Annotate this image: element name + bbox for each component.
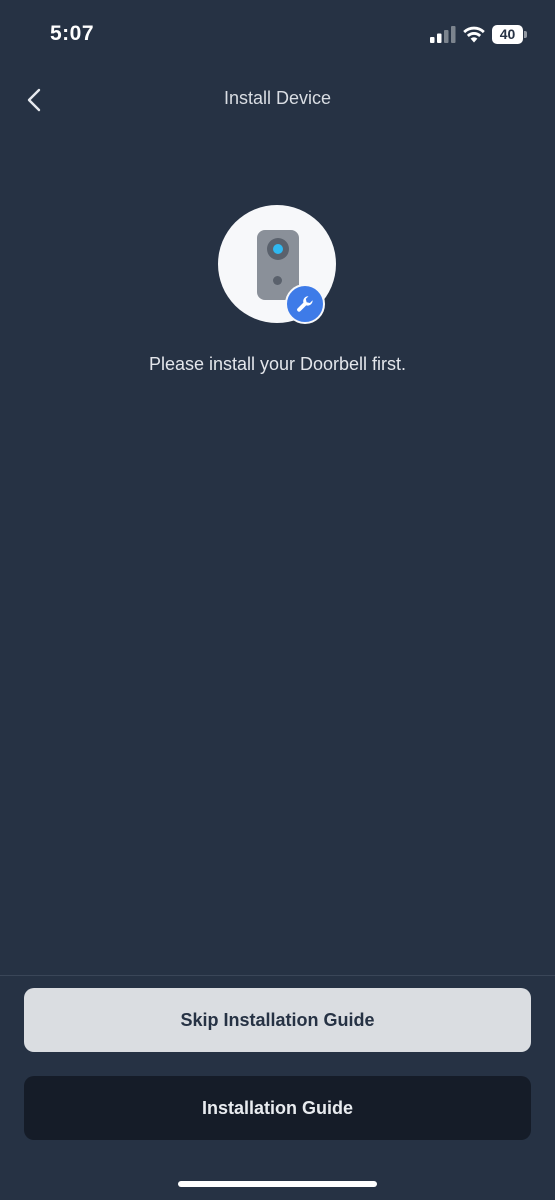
home-indicator[interactable] xyxy=(178,1181,377,1187)
nav-bar: Install Device xyxy=(0,75,555,125)
wrench-badge xyxy=(285,284,325,324)
doorbell-camera-lens xyxy=(267,238,289,260)
install-message: Please install your Doorbell first. xyxy=(148,354,407,374)
status-bar: 5:07 40 xyxy=(0,0,555,70)
status-time: 5:07 xyxy=(50,22,95,45)
skip-installation-guide-button[interactable]: Skip Installation Guide xyxy=(24,988,531,1052)
installation-guide-button[interactable]: Installation Guide xyxy=(24,1076,531,1140)
battery-cap xyxy=(524,31,527,38)
battery-icon: 40 xyxy=(492,25,528,44)
doorbell-illustration xyxy=(218,205,338,325)
footer-divider xyxy=(0,975,555,976)
page-title: Install Device xyxy=(223,88,332,108)
doorbell-lens-center xyxy=(273,244,283,254)
wifi-icon xyxy=(463,26,485,43)
wrench-icon xyxy=(297,296,313,312)
battery-level: 40 xyxy=(499,26,516,42)
signal-icon xyxy=(430,26,456,43)
doorbell-button-dot xyxy=(273,276,282,285)
